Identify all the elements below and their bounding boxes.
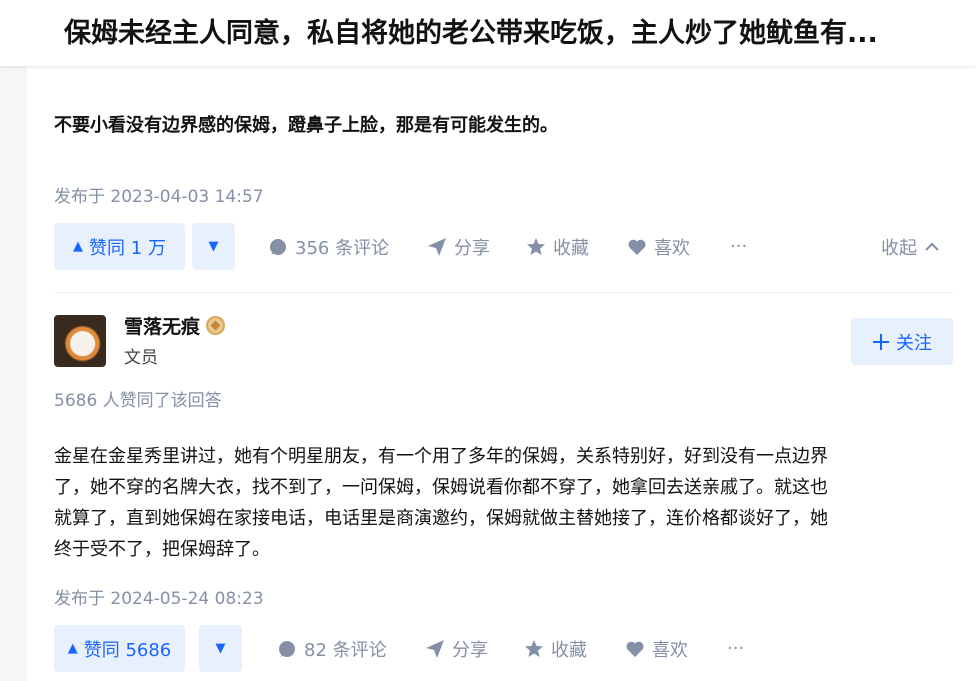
publish-date[interactable]: 发布于 2023-04-03 14:57 <box>54 182 264 207</box>
more-button[interactable]: ··· <box>727 625 744 672</box>
favorite-button[interactable]: 收藏 <box>526 223 589 270</box>
favorite-label: 收藏 <box>551 639 587 661</box>
comment-icon <box>279 640 295 657</box>
plus-icon <box>873 333 889 350</box>
vote-summary: 5686 人赞同了该回答 <box>54 391 222 411</box>
share-button[interactable]: 分享 <box>427 223 490 270</box>
comment-icon <box>270 238 286 255</box>
comments-button[interactable]: 356 条评论 <box>268 223 389 270</box>
comments-label: 356 条评论 <box>295 237 390 259</box>
favorite-button[interactable]: 收藏 <box>524 625 587 672</box>
question-header: 保姆未经主人同意，私自将她的老公带来吃饭，主人炒了她鱿鱼有... <box>0 0 976 66</box>
answer-actions: ▲ 赞同 5686 ▼ 82 条评论 分享 收藏 喜欢 ··· <box>54 625 954 672</box>
follow-label: 关注 <box>896 332 932 354</box>
vote-down-button[interactable]: ▼ <box>199 625 242 672</box>
star-icon <box>527 237 545 255</box>
triangle-down-icon: ▼ <box>208 239 219 254</box>
comments-button[interactable]: 82 条评论 <box>277 625 387 672</box>
triangle-up-icon: ▲ <box>67 641 78 656</box>
answer-line: 就算了，直到她保姆在家接电话，电话里是商演邀约，保姆就做主替她接了，连价格都谈好… <box>54 508 828 529</box>
answer-line: 金星在金星秀里讲过，她有个明星朋友，有一个用了多年的保姆，关系特别好，好到没有一… <box>54 446 828 467</box>
more-icon: ··· <box>727 638 745 659</box>
collapse-label: 收起 <box>881 237 917 259</box>
triangle-down-icon: ▼ <box>215 641 226 656</box>
answer-actions: ▲ 赞同 1 万 ▼ 356 条评论 分享 收藏 喜欢 ··· 收起 <box>54 223 954 270</box>
paper-plane-icon <box>426 639 444 658</box>
like-label: 喜欢 <box>652 639 688 661</box>
answer-line: 了，她不穿的名牌大衣，找不到了，一问保姆，保姆说看你都不穿了，她拿回去送亲戚了。… <box>54 477 828 498</box>
heart-icon <box>626 641 644 657</box>
comments-label: 82 条评论 <box>304 639 387 661</box>
share-label: 分享 <box>454 237 490 259</box>
avatar[interactable] <box>54 315 106 367</box>
collapse-button[interactable]: 收起 <box>881 223 940 270</box>
more-icon: ··· <box>730 236 748 257</box>
triangle-up-icon: ▲ <box>73 239 84 254</box>
author-title: 文员 <box>124 348 158 368</box>
favorite-label: 收藏 <box>553 237 589 259</box>
like-button[interactable]: 喜欢 <box>627 223 690 270</box>
answer-list-card: 不要小看没有边界感的保姆，蹬鼻子上脸，那是有可能发生的。 发布于 2023-04… <box>27 66 976 681</box>
answer-line: 终于受不了，把保姆辞了。 <box>54 539 270 560</box>
author-name-label: 雪落无痕 <box>124 316 201 338</box>
star-icon <box>525 639 543 657</box>
question-title[interactable]: 保姆未经主人同意，私自将她的老公带来吃饭，主人炒了她鱿鱼有... <box>64 14 976 54</box>
like-label: 喜欢 <box>654 237 690 259</box>
author-name[interactable]: 雪落无痕 <box>124 312 226 339</box>
chevron-up-icon <box>925 242 939 251</box>
answer-text: 不要小看没有边界感的保姆，蹬鼻子上脸，那是有可能发生的。 <box>54 115 558 136</box>
answer-body: 金星在金星秀里讲过，她有个明星朋友，有一个用了多年的保姆，关系特别好，好到没有一… <box>54 441 828 565</box>
heart-icon <box>628 239 646 255</box>
publish-date[interactable]: 发布于 2024-05-24 08:23 <box>54 584 264 609</box>
vote-up-button[interactable]: ▲ 赞同 5686 <box>54 625 185 672</box>
vote-up-label: 赞同 1 万 <box>89 237 166 259</box>
vote-up-label: 赞同 5686 <box>83 639 172 661</box>
share-button[interactable]: 分享 <box>425 625 488 672</box>
vote-down-button[interactable]: ▼ <box>192 223 235 270</box>
share-label: 分享 <box>452 639 488 661</box>
follow-button[interactable]: 关注 <box>851 318 953 365</box>
like-button[interactable]: 喜欢 <box>625 625 688 672</box>
answer-divider <box>54 292 954 293</box>
paper-plane-icon <box>428 237 446 256</box>
more-button[interactable]: ··· <box>730 223 747 270</box>
vote-up-button[interactable]: ▲ 赞同 1 万 <box>54 223 185 270</box>
creator-badge-icon <box>206 316 226 335</box>
